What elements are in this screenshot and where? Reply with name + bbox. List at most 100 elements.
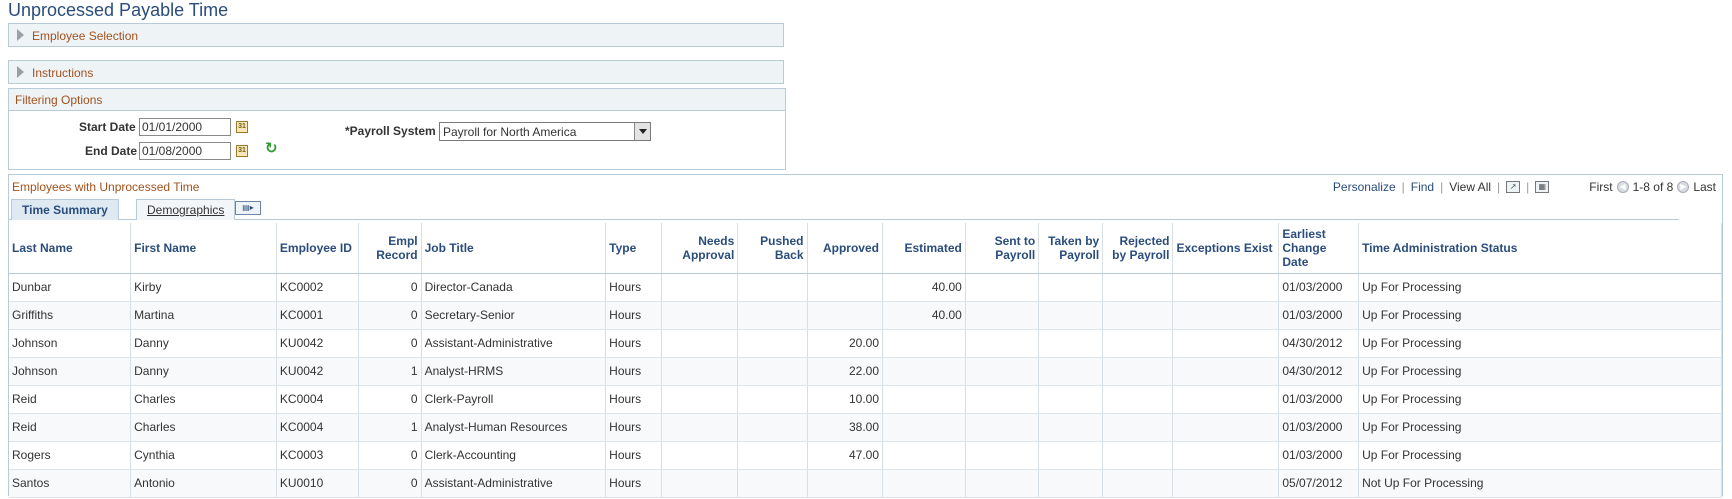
payroll-system-select[interactable]: Payroll for North America <box>439 122 651 141</box>
table-row: Johnson Danny KU0042 0 Assistant-Administrat… <box>9 329 1722 358</box>
last-name-link[interactable]: Reid <box>9 413 132 442</box>
cell-empl-record: 0 <box>358 329 422 358</box>
expand-triangle-icon[interactable] <box>17 66 24 78</box>
find-link[interactable]: Find <box>1411 180 1434 194</box>
col-approved[interactable]: Approved <box>807 223 883 274</box>
cell-employee-id: KU0042 <box>276 357 359 386</box>
start-date-input[interactable]: 01/01/2000 <box>139 118 231 136</box>
last-name-link[interactable]: Santos <box>9 469 132 498</box>
table-row: Griffiths Martina KC0001 0 Secretary-Senior H… <box>9 301 1722 330</box>
instructions-section[interactable]: Instructions <box>8 60 784 84</box>
col-last-name[interactable]: Last Name <box>9 223 132 274</box>
row-range: 1-8 of 8 <box>1632 180 1674 194</box>
cell-exceptions-exist <box>1172 301 1280 330</box>
cell-earliest-change-date: 01/03/2000 <box>1278 301 1360 330</box>
cell-employee-id: KC0002 <box>276 273 359 302</box>
last-name-link[interactable]: Johnson <box>9 329 132 358</box>
cell-rejected-by-payroll <box>1102 273 1174 302</box>
cell-estimated: 40.00 <box>882 301 966 330</box>
expand-triangle-icon[interactable] <box>17 29 24 41</box>
col-pushed-back[interactable]: Pushed Back <box>737 223 808 274</box>
cell-employee-id: KU0042 <box>276 329 359 358</box>
cell-type: Hours <box>605 357 662 386</box>
filtering-options-panel: Filtering Options Start Date 01/01/2000 … <box>8 88 786 170</box>
employee-selection-section[interactable]: Employee Selection <box>8 23 784 47</box>
cell-job-title: Clerk-Payroll <box>421 385 607 414</box>
chevron-down-icon[interactable] <box>634 123 650 140</box>
cell-estimated <box>882 441 966 470</box>
cell-pushed-back <box>737 441 808 470</box>
zoom-icon[interactable]: ↗ <box>1506 181 1521 193</box>
last-name-link[interactable]: Griffiths <box>9 301 132 330</box>
show-all-columns-icon[interactable]: ▤▸ <box>235 201 261 215</box>
cell-first-name: Kirby <box>130 273 277 302</box>
calendar-icon[interactable]: 31 <box>236 145 248 157</box>
download-icon[interactable]: ▦ <box>1535 181 1550 193</box>
employee-selection-label[interactable]: Employee Selection <box>32 29 138 43</box>
cell-pushed-back <box>737 385 808 414</box>
cell-type: Hours <box>605 469 662 498</box>
col-rejected-by-payroll[interactable]: Rejected by Payroll <box>1102 223 1174 274</box>
col-taken-by-payroll[interactable]: Taken by Payroll <box>1038 223 1104 274</box>
cell-job-title: Assistant-Administrative <box>421 329 607 358</box>
cell-empl-record: 1 <box>358 413 422 442</box>
cell-job-title: Secretary-Senior <box>421 301 607 330</box>
cell-pushed-back <box>737 301 808 330</box>
cell-employee-id: KC0001 <box>276 301 359 330</box>
cell-sent-to-payroll <box>965 329 1040 358</box>
personalize-link[interactable]: Personalize <box>1333 180 1396 194</box>
refresh-icon[interactable]: ↻ <box>265 139 278 157</box>
cell-employee-id: KU0010 <box>276 469 359 498</box>
cell-rejected-by-payroll <box>1102 413 1174 442</box>
col-job-title[interactable]: Job Title <box>421 223 607 274</box>
cell-exceptions-exist <box>1172 413 1280 442</box>
col-first-name[interactable]: First Name <box>130 223 277 274</box>
col-time-admin-status[interactable]: Time Administration Status <box>1358 223 1722 274</box>
view-all-link[interactable]: View All <box>1449 180 1491 194</box>
grid-tabs: Time Summary Demographics ▤▸ <box>9 199 1679 220</box>
next-icon[interactable]: ▶ <box>1677 181 1690 193</box>
cell-time-admin-status: Up For Processing <box>1358 441 1722 470</box>
calendar-icon[interactable]: 31 <box>236 121 248 133</box>
cell-needs-approval <box>661 273 739 302</box>
start-date-label: Start Date <box>79 120 136 134</box>
last-name-link[interactable]: Johnson <box>9 357 132 386</box>
instructions-label[interactable]: Instructions <box>32 66 93 80</box>
last-link[interactable]: Last <box>1693 180 1716 194</box>
tab-demographics[interactable]: Demographics <box>136 199 236 220</box>
first-link[interactable]: First <box>1589 180 1612 194</box>
col-needs-approval[interactable]: Needs Approval <box>661 223 739 274</box>
col-earliest-change-date[interactable]: Earliest Change Date <box>1278 223 1360 274</box>
last-name-link[interactable]: Reid <box>9 385 132 414</box>
cell-approved: 47.00 <box>807 441 883 470</box>
table-row: Reid Charles KC0004 1 Analyst-Human Resource… <box>9 413 1722 442</box>
cell-needs-approval <box>661 357 739 386</box>
cell-sent-to-payroll <box>965 413 1040 442</box>
grid-navigation: Personalize | Find | View All | ↗ | ▦ Fi… <box>1332 180 1716 194</box>
cell-estimated <box>882 469 966 498</box>
end-date-label: End Date <box>85 144 138 158</box>
col-empl-record[interactable]: Empl Record <box>358 223 422 274</box>
col-type[interactable]: Type <box>605 223 662 274</box>
last-name-link[interactable]: Rogers <box>9 441 132 470</box>
cell-taken-by-payroll <box>1038 441 1104 470</box>
cell-empl-record: 0 <box>358 441 422 470</box>
col-exceptions-exist[interactable]: Exceptions Exist <box>1172 223 1280 274</box>
tab-time-summary[interactable]: Time Summary <box>11 199 119 220</box>
col-sent-to-payroll[interactable]: Sent to Payroll <box>965 223 1040 274</box>
last-name-link[interactable]: Dunbar <box>9 273 132 302</box>
cell-time-admin-status: Up For Processing <box>1358 413 1722 442</box>
payroll-system-value: Payroll for North America <box>443 125 577 139</box>
cell-type: Hours <box>605 329 662 358</box>
col-estimated[interactable]: Estimated <box>882 223 966 274</box>
payroll-system-label: *Payroll System <box>345 124 436 138</box>
cell-earliest-change-date: 01/03/2000 <box>1278 413 1360 442</box>
table-row: Dunbar Kirby KC0002 0 Director-Canada Hours 40… <box>9 273 1722 302</box>
prev-icon[interactable]: ◀ <box>1616 181 1629 193</box>
employees-grid: Employees with Unprocessed Time Personal… <box>8 174 1723 498</box>
cell-estimated: 40.00 <box>882 273 966 302</box>
cell-job-title: Analyst-Human Resources <box>421 413 607 442</box>
cell-empl-record: 0 <box>358 469 422 498</box>
col-employee-id[interactable]: Employee ID <box>276 223 359 274</box>
end-date-input[interactable]: 01/08/2000 <box>139 142 231 160</box>
